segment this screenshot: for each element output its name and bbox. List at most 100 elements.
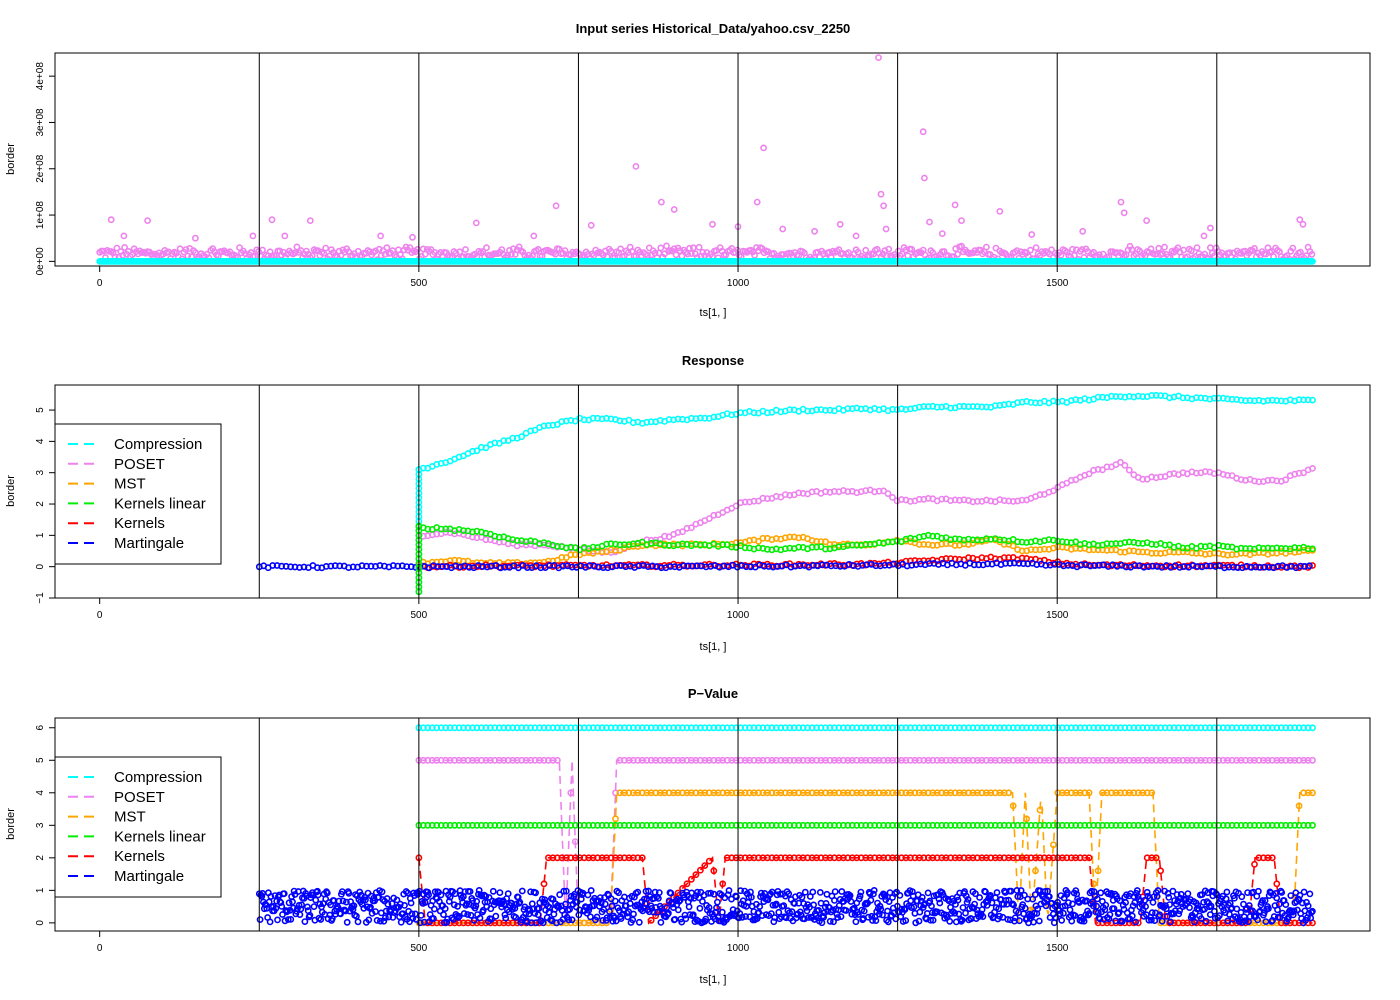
x-tick-label: 500 <box>411 278 428 289</box>
data-point <box>632 162 640 170</box>
data-point <box>612 815 619 823</box>
data-point <box>919 128 927 136</box>
y-tick-label: 1 <box>35 887 46 893</box>
panel2-xlabel: ts[1, ] <box>700 641 727 653</box>
data-point <box>1034 905 1042 913</box>
data-point <box>466 888 474 895</box>
x-tick-label: 1000 <box>727 610 750 621</box>
data-point <box>437 891 445 899</box>
panel1-xlabel: ts[1, ] <box>700 307 727 319</box>
data-point <box>1273 880 1281 888</box>
data-point <box>635 918 643 926</box>
data-point <box>696 904 704 912</box>
data-point <box>842 907 850 914</box>
data-point <box>372 908 379 915</box>
data-point <box>1005 789 1013 797</box>
data-point <box>958 217 965 224</box>
data-point <box>867 896 875 904</box>
data-point <box>266 918 274 926</box>
data-point <box>191 234 199 242</box>
panel1-title: Input series Historical_Data/yahoo.csv_2… <box>576 21 851 36</box>
data-point <box>617 245 624 253</box>
data-point <box>971 900 978 908</box>
data-point <box>710 890 718 898</box>
data-point <box>674 906 682 914</box>
data-point <box>655 889 663 896</box>
data-point <box>120 232 128 240</box>
data-point <box>936 899 944 907</box>
data-point <box>836 220 844 228</box>
data-point <box>954 250 961 258</box>
data-point <box>306 911 314 919</box>
data-point <box>1079 227 1087 235</box>
data-point <box>1309 724 1316 732</box>
data-point <box>685 903 693 911</box>
data-point <box>713 904 720 912</box>
data-points <box>255 724 1316 927</box>
data-point <box>383 244 391 252</box>
data-point <box>946 917 954 925</box>
data-point <box>1251 860 1258 868</box>
data-point <box>345 889 353 897</box>
data-point <box>657 919 665 926</box>
data-point <box>862 246 870 254</box>
data-point <box>518 887 526 895</box>
data-point <box>838 888 846 895</box>
y-tick-label: 2 <box>35 855 46 861</box>
panel1-plot-area: 0 500 1000 15000e+001e+082e+083e+084e+08 <box>35 53 1316 289</box>
data-point <box>852 232 860 240</box>
y-tick-label: 6 <box>35 725 46 731</box>
y-tick-label: −1 <box>35 592 46 604</box>
data-point <box>587 887 595 894</box>
data-point <box>1036 806 1044 814</box>
data-point <box>504 890 512 898</box>
data-point <box>884 907 891 915</box>
y-tick-label: 0 <box>35 563 46 569</box>
data-point <box>611 897 619 905</box>
data-point <box>915 917 923 925</box>
y-tick-label: 1 <box>35 532 46 538</box>
panel-pvalue: P−Value 0 500 1000 15000123456 ts[1, ] bord… <box>5 686 1371 986</box>
data-point <box>852 918 860 926</box>
data-point <box>554 756 561 764</box>
x-tick-label: 0 <box>97 610 103 621</box>
data-points <box>255 391 1316 596</box>
data-point <box>107 216 115 224</box>
data-point <box>1200 232 1208 240</box>
data-point <box>1028 231 1036 238</box>
data-point <box>670 206 678 213</box>
data-point <box>516 898 524 906</box>
data-point <box>870 887 878 894</box>
data-point <box>780 902 788 910</box>
data-point <box>801 888 809 896</box>
data-point <box>1161 243 1168 251</box>
y-tick-label: 5 <box>35 757 46 763</box>
x-tick-label: 1500 <box>1046 610 1069 621</box>
data-point <box>983 243 990 251</box>
panel3-title: P−Value <box>688 686 738 701</box>
data-point <box>281 232 289 240</box>
data-point <box>1289 244 1297 252</box>
data-point <box>671 916 679 923</box>
data-point <box>697 866 704 874</box>
data-point <box>440 911 447 918</box>
data-point <box>811 227 818 235</box>
data-point <box>441 905 449 912</box>
data-point <box>306 217 314 224</box>
data-point <box>377 232 384 240</box>
data-point <box>1299 220 1307 228</box>
data-point <box>528 900 536 908</box>
data-point <box>875 54 882 61</box>
data-point <box>1207 244 1214 252</box>
y-tick-label: 4e+08 <box>35 62 46 91</box>
legend-label: MST <box>114 476 146 493</box>
panel3-plot-area: 0 500 1000 15000123456 <box>35 718 1316 954</box>
data-point <box>268 216 276 224</box>
x-tick-label: 1500 <box>1046 278 1069 289</box>
data-point <box>540 880 548 888</box>
data-point <box>665 909 672 917</box>
legend-label: Kernels linear <box>114 495 206 512</box>
data-point <box>714 898 721 906</box>
data-point <box>1309 821 1316 829</box>
data-point <box>409 233 416 241</box>
